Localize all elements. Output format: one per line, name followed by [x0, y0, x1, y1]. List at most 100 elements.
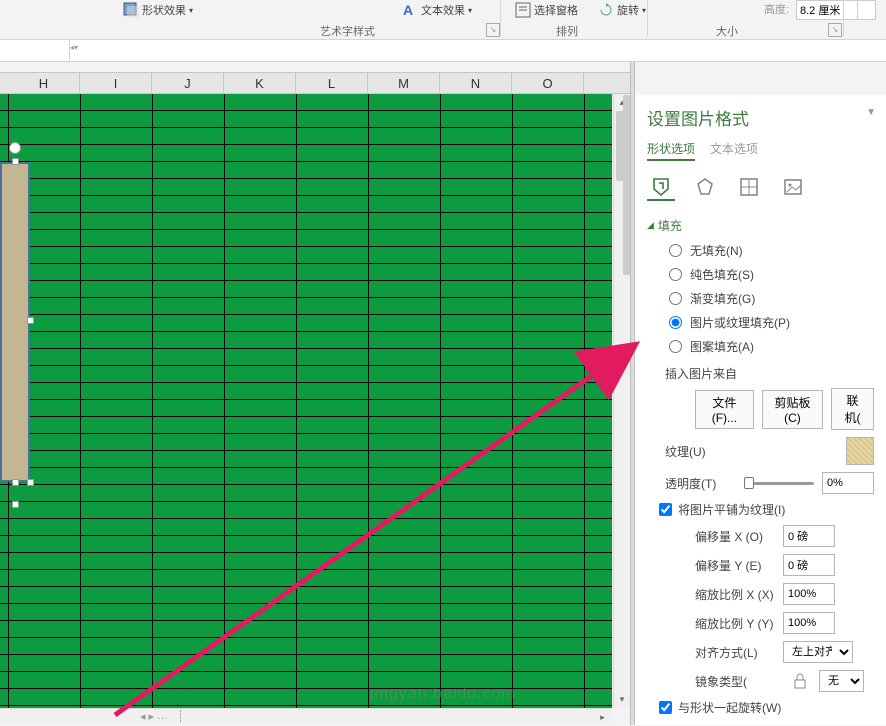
- file-button[interactable]: 文件(F)...: [695, 390, 754, 429]
- fill-line-icon[interactable]: [647, 173, 675, 201]
- pane-tabs: 形状选项 文本选项: [647, 140, 874, 161]
- scale-y-row: 缩放比例 Y (Y): [665, 612, 874, 634]
- scale-y-label: 缩放比例 Y (Y): [695, 615, 775, 632]
- tile-checkbox[interactable]: 将图片平铺为纹理(I): [659, 501, 874, 518]
- col-header-J[interactable]: J: [152, 73, 224, 94]
- align-select[interactable]: 左上对齐: [783, 641, 853, 663]
- align-label: 对齐方式(L): [695, 644, 775, 661]
- ribbon-separator: [843, 0, 844, 36]
- text-effects-icon: A: [402, 2, 418, 18]
- scale-x-row: 缩放比例 X (X): [665, 583, 874, 605]
- text-effects-button[interactable]: A 文本效果 ▾: [402, 2, 472, 18]
- col-header-I[interactable]: I: [80, 73, 152, 94]
- transparency-input[interactable]: [823, 473, 873, 493]
- scroll-right-arrow[interactable]: ▸: [594, 709, 611, 725]
- transparency-spin[interactable]: [822, 472, 874, 494]
- mirror-row: 镜象类型( 无: [665, 670, 874, 692]
- selection-pane-icon: [515, 2, 531, 18]
- name-box[interactable]: [0, 40, 70, 61]
- category-icons: [647, 173, 874, 201]
- tab-text-options[interactable]: 文本选项: [710, 140, 758, 161]
- svg-text:A: A: [403, 2, 413, 18]
- selected-shape[interactable]: [0, 162, 30, 482]
- height-label: 高度:: [764, 1, 789, 17]
- resize-handle-se[interactable]: [27, 479, 34, 486]
- panel-scrollbar[interactable]: [623, 95, 630, 705]
- offset-y-label: 偏移量 Y (E): [695, 557, 775, 574]
- horizontal-scrollbar[interactable]: ◂▸…┊ ▸: [0, 708, 611, 725]
- collapse-triangle-icon: ◢: [647, 220, 654, 231]
- texture-picker[interactable]: [846, 437, 874, 465]
- worksheet-area: H I J K L M N O ▴ ▾: [0, 62, 630, 708]
- insert-from-label: 插入图片来自: [665, 365, 874, 382]
- col-header-N[interactable]: N: [440, 73, 512, 94]
- cell-grid[interactable]: [0, 94, 612, 708]
- pane-title: 设置图片格式: [647, 105, 874, 130]
- offset-x-row: 偏移量 X (O): [665, 525, 874, 547]
- wordart-dialog-launcher[interactable]: ↘: [486, 23, 500, 37]
- group-size-label: 大小: [716, 23, 738, 39]
- texture-row: 纹理(U): [665, 437, 874, 465]
- col-header-H[interactable]: H: [8, 73, 80, 94]
- scale-y-spin[interactable]: [783, 612, 835, 634]
- fill-radio-group: 无填充(N) 纯色填充(S) 渐变填充(G) 图片或纹理填充(P) 图案填充(A…: [647, 242, 874, 355]
- radio-solid-fill[interactable]: 纯色填充(S): [669, 266, 874, 283]
- rotate-with-shape-checkbox[interactable]: 与形状一起旋转(W): [659, 699, 874, 716]
- resize-handle-s2[interactable]: [12, 501, 19, 508]
- lock-icon[interactable]: [789, 671, 811, 691]
- col-header-O[interactable]: O: [512, 73, 584, 94]
- radio-pattern-fill[interactable]: 图案填充(A): [669, 338, 874, 355]
- offset-x-input[interactable]: [784, 526, 834, 546]
- name-box-dropdown[interactable]: ◂▾: [70, 43, 78, 52]
- transparency-slider[interactable]: [744, 474, 815, 492]
- radio-gradient-fill[interactable]: 渐变填充(G): [669, 290, 874, 307]
- col-header-M[interactable]: M: [368, 73, 440, 94]
- resize-handle-s[interactable]: [12, 479, 19, 486]
- hscroll-track[interactable]: [200, 711, 594, 723]
- height-spin[interactable]: [796, 0, 876, 20]
- rotate-icon: [598, 2, 614, 18]
- offset-y-spin[interactable]: [783, 554, 835, 576]
- transparency-label: 透明度(T): [665, 475, 736, 492]
- offset-x-spin[interactable]: [783, 525, 835, 547]
- scale-x-input[interactable]: [784, 584, 834, 604]
- sheet-tab-nav[interactable]: ◂▸…┊: [140, 710, 184, 723]
- col-header-K[interactable]: K: [224, 73, 296, 94]
- offset-y-row: 偏移量 Y (E): [665, 554, 874, 576]
- effects-icon[interactable]: [691, 173, 719, 201]
- size-properties-icon[interactable]: [735, 173, 763, 201]
- pane-dropdown[interactable]: ▼: [866, 107, 876, 118]
- rotation-handle[interactable]: [9, 142, 21, 154]
- clipboard-button[interactable]: 剪贴板(C): [762, 390, 823, 429]
- transparency-row: 透明度(T): [665, 472, 874, 494]
- mirror-label: 镜象类型(: [695, 673, 775, 690]
- rotate-button[interactable]: 旋转 ▾: [598, 2, 646, 18]
- scale-x-spin[interactable]: [783, 583, 835, 605]
- radio-no-fill[interactable]: 无填充(N): [669, 242, 874, 259]
- picture-icon[interactable]: [779, 173, 807, 201]
- size-dialog-launcher[interactable]: ↘: [828, 23, 842, 37]
- col-header-L[interactable]: L: [296, 73, 368, 94]
- shape-effects-button[interactable]: 形状效果 ▾: [123, 2, 193, 18]
- group-wordart-label: 艺术字样式: [320, 23, 375, 39]
- column-headers: H I J K L M N O: [0, 72, 630, 94]
- mirror-select[interactable]: 无: [819, 670, 864, 692]
- group-arrange-label: 排列: [556, 23, 578, 39]
- panel-scroll-thumb[interactable]: [623, 95, 630, 275]
- tab-shape-options[interactable]: 形状选项: [647, 140, 695, 161]
- insert-buttons-row: 文件(F)... 剪贴板(C) 联机(: [665, 388, 874, 430]
- offset-x-label: 偏移量 X (O): [695, 528, 775, 545]
- offset-y-input[interactable]: [784, 555, 834, 575]
- texture-label: 纹理(U): [665, 443, 745, 460]
- radio-picture-fill[interactable]: 图片或纹理填充(P): [669, 314, 874, 331]
- scale-y-input[interactable]: [784, 613, 834, 633]
- formula-bar: ◂▾: [0, 40, 886, 62]
- resize-handle-n[interactable]: [12, 158, 19, 165]
- shape-effects-icon: [123, 2, 139, 18]
- selection-pane-button[interactable]: 选择窗格: [515, 2, 578, 18]
- fill-section-header[interactable]: ◢ 填充: [647, 217, 874, 234]
- ribbon-separator: [647, 0, 648, 36]
- online-button[interactable]: 联机(: [831, 388, 874, 430]
- resize-handle-e[interactable]: [27, 317, 34, 324]
- height-spinner-arrows[interactable]: [857, 1, 875, 19]
